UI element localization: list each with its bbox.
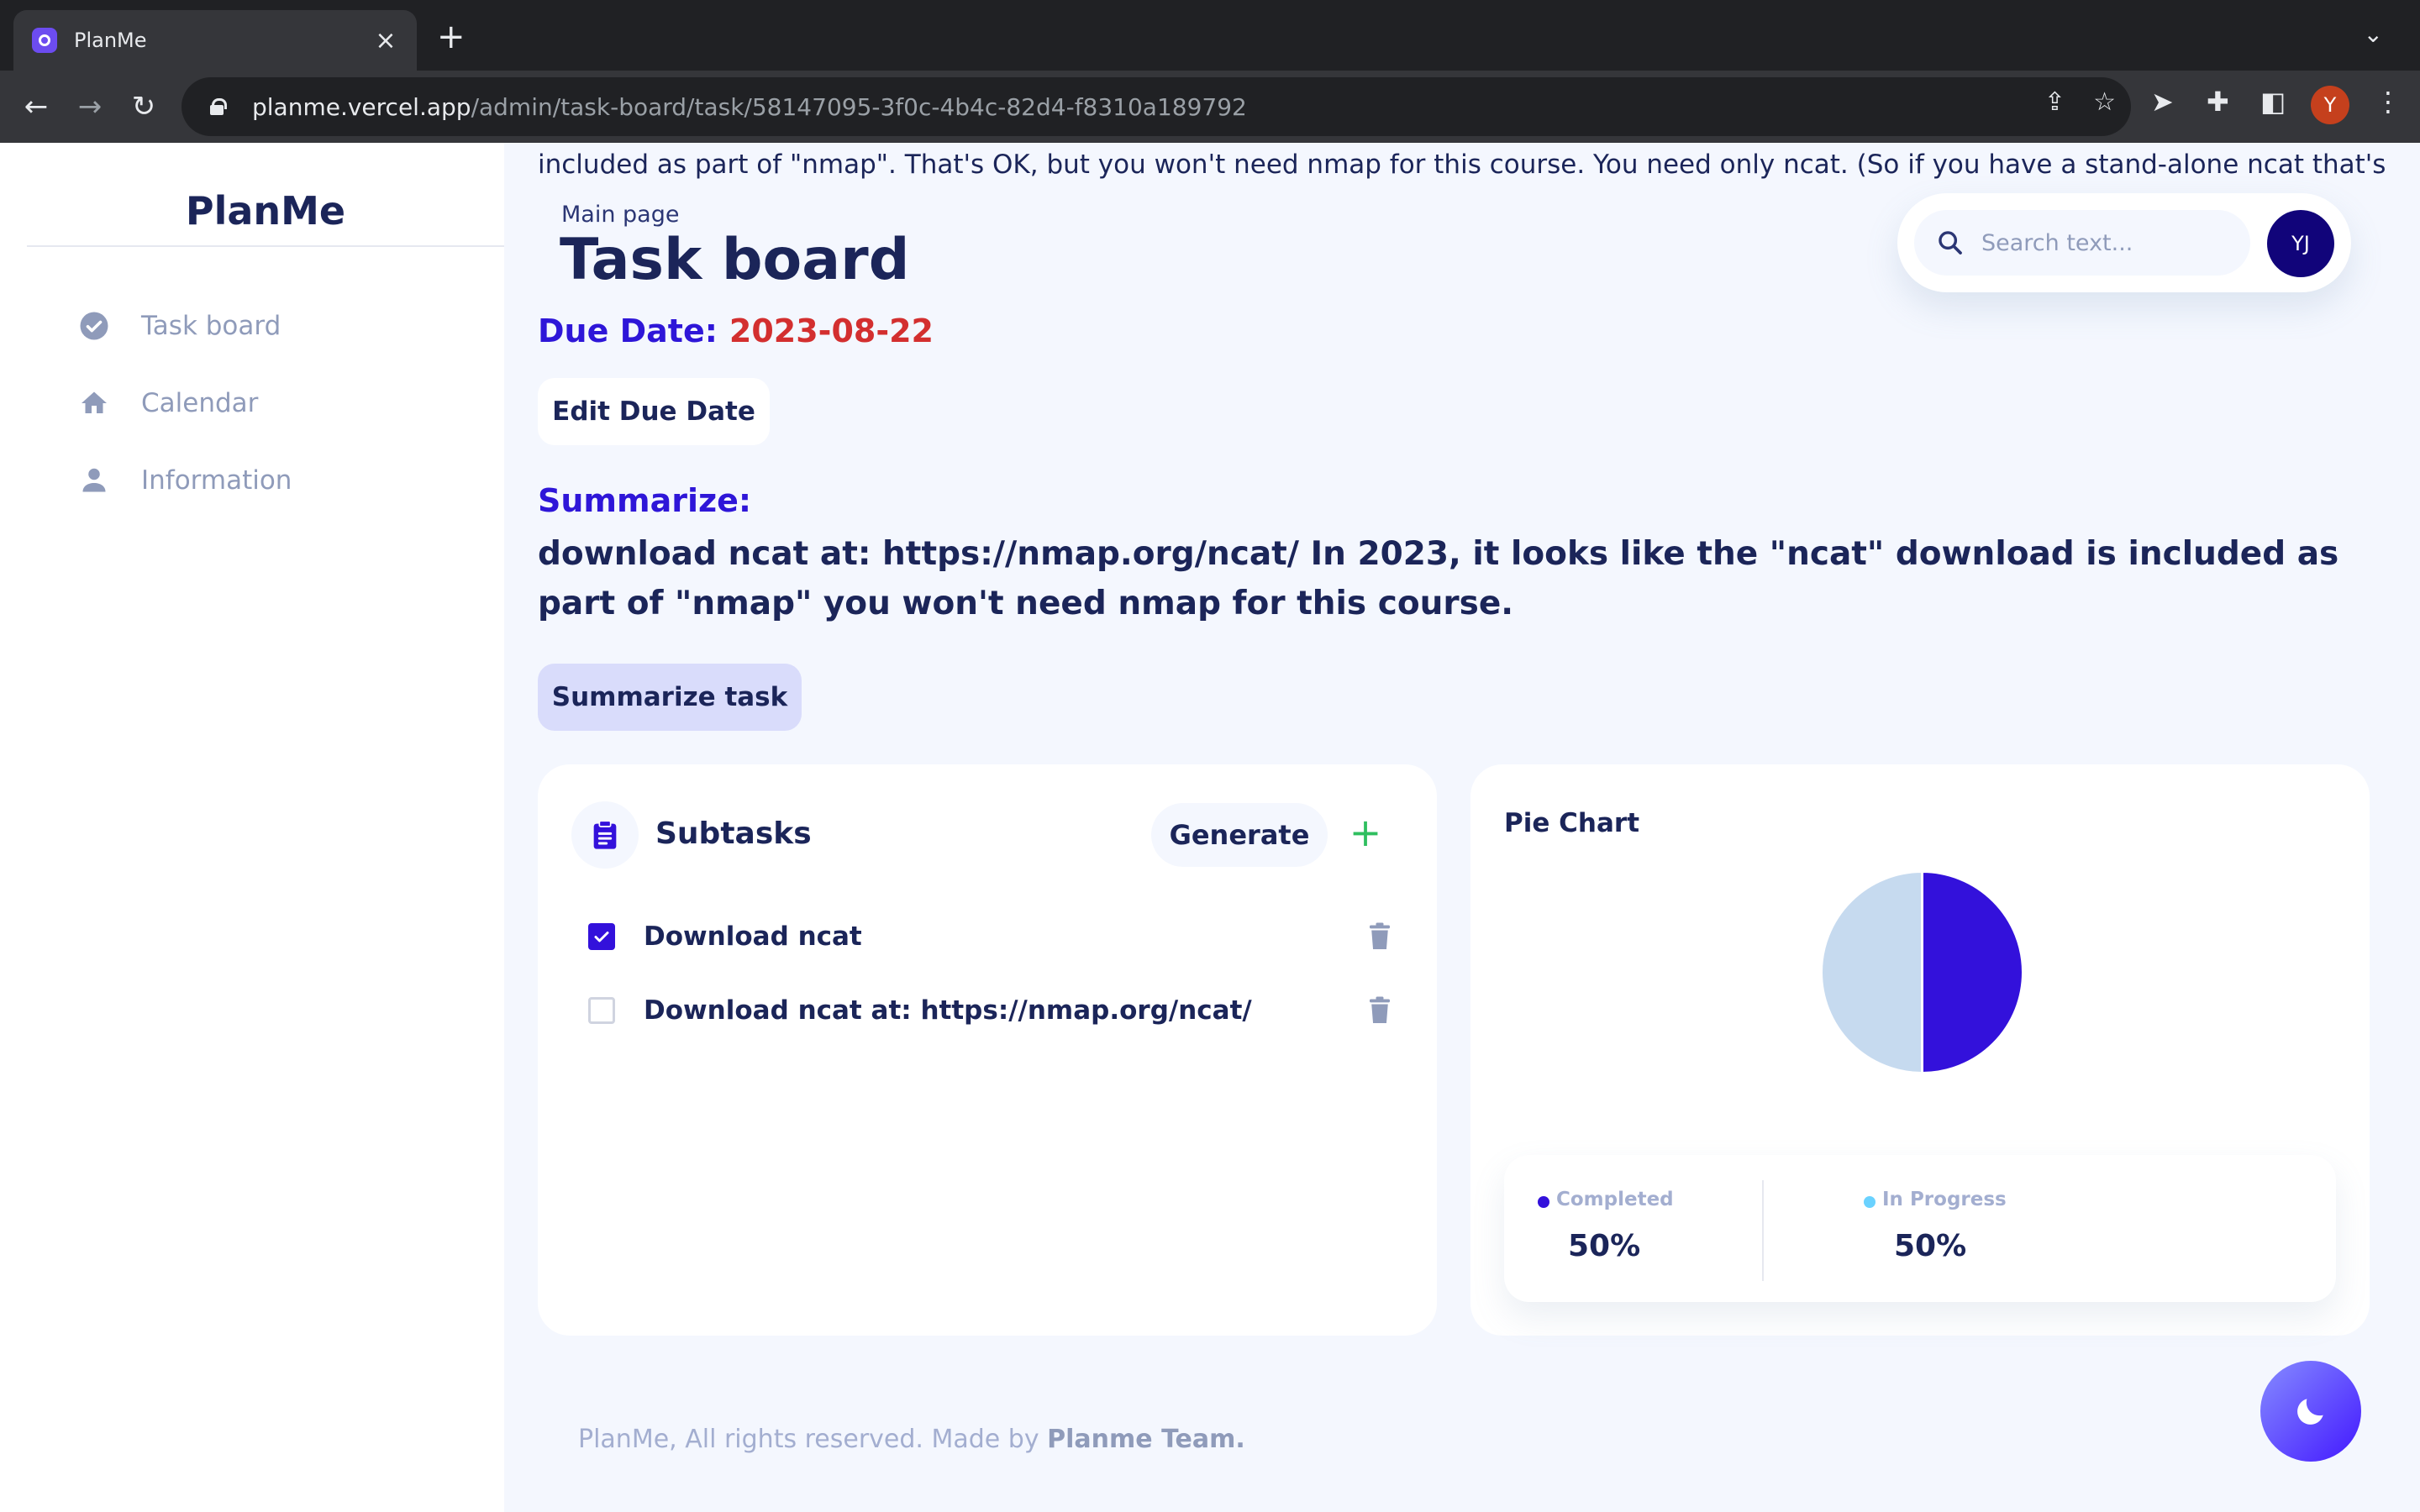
pie-slice-completed[interactable] xyxy=(1921,869,2024,1075)
subtask-label: Download ncat at: https://nmap.org/ncat/ xyxy=(644,995,1252,1026)
due-date-label: Due Date: xyxy=(538,312,718,349)
pie-slice-in-progress[interactable] xyxy=(1820,869,1923,1075)
in-progress-label: In Progress xyxy=(1882,1189,2007,1210)
clipboard-icon xyxy=(571,801,639,869)
forward-arrow-icon[interactable]: → xyxy=(71,87,109,126)
footer-team-link[interactable]: Planme Team. xyxy=(1047,1425,1245,1454)
subtask-checkbox-checked[interactable] xyxy=(588,923,615,950)
share-icon[interactable]: ⇪ xyxy=(2044,87,2065,117)
completed-dot-icon xyxy=(1538,1196,1549,1208)
due-date-row: Due Date: 2023-08-22 xyxy=(538,312,934,349)
browser-tab[interactable]: PlanMe × xyxy=(13,10,417,71)
due-date-value: 2023-08-22 xyxy=(729,312,934,349)
search-input[interactable] xyxy=(1981,229,2233,256)
subtasks-title: Subtasks xyxy=(655,816,812,851)
sidebar: PlanMe Task board Calendar Information xyxy=(0,143,504,1512)
completed-value: 50% xyxy=(1568,1229,1641,1263)
pie-chart-card: Pie Chart Completed 50% In Progress 50% xyxy=(1470,764,2370,1336)
close-tab-icon[interactable]: × xyxy=(373,26,398,55)
subtasks-card: Subtasks Generate + Download ncat Downlo… xyxy=(538,764,1437,1336)
check-circle-icon xyxy=(76,307,113,344)
url-path: /admin/task-board/task/58147095-3f0c-4b4… xyxy=(471,92,1247,121)
summary-text: download ncat at: https://nmap.org/ncat/… xyxy=(538,535,2339,622)
add-subtask-plus-icon[interactable]: + xyxy=(1344,811,1386,853)
generate-subtasks-button[interactable]: Generate xyxy=(1151,803,1328,867)
brand-divider xyxy=(27,245,504,247)
in-progress-dot-icon xyxy=(1864,1196,1876,1208)
summarize-label: Summarize: xyxy=(538,482,752,519)
sidebar-item-task-board[interactable]: Task board xyxy=(76,301,281,351)
breadcrumb[interactable]: Main page xyxy=(561,202,679,228)
new-tab-icon[interactable]: + xyxy=(437,20,466,54)
browser-tab-bar: PlanMe × + ⌄ xyxy=(0,0,2420,71)
completed-label: Completed xyxy=(1556,1189,1674,1210)
sidebar-item-label: Calendar xyxy=(141,388,259,418)
dark-mode-toggle[interactable] xyxy=(2260,1361,2361,1462)
pie-chart-title: Pie Chart xyxy=(1504,808,1640,838)
sidebar-item-label: Information xyxy=(141,465,292,496)
back-arrow-icon[interactable]: ← xyxy=(17,87,55,126)
completed-stat: Completed 50% xyxy=(1538,1189,1674,1263)
lock-icon xyxy=(210,98,227,115)
legend-divider xyxy=(1762,1180,1764,1281)
user-avatar[interactable]: YJ xyxy=(2267,210,2334,277)
subtask-label: Download ncat xyxy=(644,921,862,952)
footer: PlanMe, All rights reserved. Made by Pla… xyxy=(578,1425,1245,1454)
in-progress-stat: In Progress 50% xyxy=(1864,1189,2007,1263)
checkmark-icon xyxy=(594,932,609,942)
home-icon xyxy=(76,385,113,422)
footer-text: PlanMe, All rights reserved. Made by xyxy=(578,1425,1048,1454)
brand-logo-text: PlanMe xyxy=(185,188,346,234)
trash-icon[interactable] xyxy=(1365,920,1395,953)
planme-favicon-icon xyxy=(32,28,57,53)
tab-search-chevron-icon[interactable]: ⌄ xyxy=(2364,20,2383,48)
in-progress-value: 50% xyxy=(1894,1229,1967,1263)
sidebar-item-information[interactable]: Information xyxy=(76,455,292,506)
page-title: Task board xyxy=(560,227,910,293)
pie-chart xyxy=(1820,869,2024,1075)
sidebar-item-label: Task board xyxy=(141,311,281,341)
search-icon xyxy=(1939,231,1962,255)
address-bar[interactable]: planme.vercel.app/admin/task-board/task/… xyxy=(182,77,2131,136)
edit-due-date-button[interactable]: Edit Due Date xyxy=(538,378,770,445)
browser-toolbar: ← → ↻ planme.vercel.app/admin/task-board… xyxy=(0,71,2420,143)
profile-avatar[interactable]: Y xyxy=(2311,86,2349,124)
header-actions: YJ xyxy=(1897,193,2351,292)
cursor-extension-icon[interactable]: ➤ xyxy=(2151,86,2174,118)
pie-legend: Completed 50% In Progress 50% xyxy=(1504,1155,2336,1302)
search-field[interactable] xyxy=(1914,210,2250,276)
reload-icon[interactable]: ↻ xyxy=(124,87,163,126)
side-panel-icon[interactable]: ◧ xyxy=(2260,86,2286,118)
bookmark-star-icon[interactable]: ☆ xyxy=(2093,87,2116,117)
subtask-item: Download ncat xyxy=(588,911,1395,962)
browser-menu-icon[interactable]: ⋮ xyxy=(2375,86,2402,118)
extensions-puzzle-icon[interactable]: ✚ xyxy=(2207,86,2229,118)
person-icon xyxy=(76,462,113,499)
trash-icon[interactable] xyxy=(1365,994,1395,1027)
tab-title: PlanMe xyxy=(74,29,147,52)
moon-icon xyxy=(2297,1399,2323,1425)
sidebar-item-calendar[interactable]: Calendar xyxy=(76,378,258,428)
subtask-checkbox-unchecked[interactable] xyxy=(588,997,615,1024)
url-host: planme.vercel.app xyxy=(252,92,471,121)
summarize-task-button[interactable]: Summarize task xyxy=(538,664,802,731)
subtask-item: Download ncat at: https://nmap.org/ncat/ xyxy=(588,985,1395,1036)
